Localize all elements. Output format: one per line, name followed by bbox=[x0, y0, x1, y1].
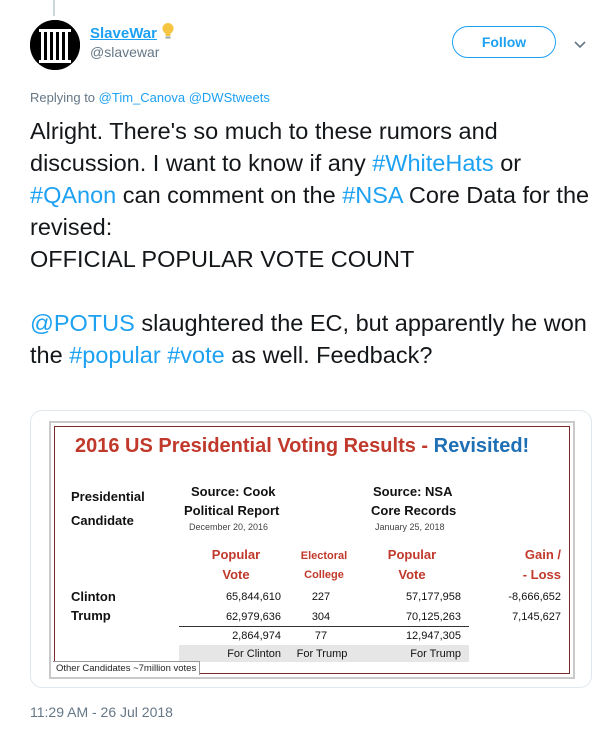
source1-header: Source: Cook bbox=[191, 484, 276, 499]
winner-cell: For Trump bbox=[410, 648, 461, 660]
candidate-name: Clinton bbox=[71, 589, 116, 604]
table-cell: 62,979,636 bbox=[225, 611, 281, 623]
source2-header: Core Records bbox=[371, 503, 457, 518]
user-handle: @slavewar bbox=[90, 44, 160, 60]
hashtag-link[interactable]: #QAnon bbox=[30, 182, 116, 208]
winner-cell: For Clinton bbox=[227, 648, 281, 660]
hashtag-link[interactable]: #NSA bbox=[342, 182, 402, 208]
difference-cell: 12,947,305 bbox=[405, 630, 461, 642]
table-cell: -8,666,652 bbox=[508, 591, 561, 603]
header-candidate: Presidential bbox=[71, 489, 145, 504]
table-cell: 304 bbox=[311, 611, 331, 623]
col-header-popular: Popular bbox=[211, 547, 261, 562]
results-table-image: 2016 US Presidential Voting Results - Re… bbox=[49, 421, 575, 679]
mention-link[interactable]: @POTUS bbox=[30, 310, 135, 336]
source2-header: Source: NSA bbox=[373, 484, 453, 499]
table-cell: 57,177,958 bbox=[405, 591, 461, 603]
footnote: Other Candidates ~7million votes bbox=[53, 661, 201, 675]
image-title-text: 2016 US Presidential Voting Results - bbox=[75, 435, 434, 457]
col-header-popular: Vote bbox=[222, 567, 250, 582]
candidate-name: Trump bbox=[71, 608, 111, 623]
jail-bars-icon bbox=[30, 20, 80, 70]
tweet-paragraph: @POTUS slaughtered the EC, but apparentl… bbox=[30, 307, 600, 371]
col-header-popular: Vote bbox=[398, 567, 426, 582]
tweet-paragraph: Alright. There's so much to these rumors… bbox=[30, 115, 600, 243]
tweet-media-image[interactable]: 2016 US Presidential Voting Results - Re… bbox=[30, 410, 592, 688]
mention-link[interactable]: @Tim_Canova bbox=[99, 90, 185, 105]
hashtag-link[interactable]: #vote bbox=[167, 342, 225, 368]
user-name-row: SlaveWar bbox=[90, 22, 175, 45]
table-cell: 65,844,610 bbox=[225, 591, 281, 603]
timestamp-link[interactable]: 11:29 AM - 26 Jul 2018 bbox=[30, 704, 173, 720]
lightbulb-icon bbox=[161, 22, 175, 45]
replying-to-label: Replying to bbox=[30, 90, 96, 105]
col-header-gain: Gain / bbox=[524, 547, 561, 562]
col-header-gain: - Loss bbox=[522, 567, 561, 582]
tweet-text-segment: or bbox=[493, 150, 522, 176]
winner-cell: For Trump bbox=[296, 648, 348, 660]
header-candidate: Candidate bbox=[71, 513, 134, 528]
avatar[interactable] bbox=[30, 20, 80, 70]
difference-cell: 2,864,974 bbox=[232, 630, 281, 642]
col-header-electoral: Electoral bbox=[300, 550, 348, 562]
tweet-text-segment: as well. Feedback? bbox=[224, 342, 433, 368]
image-title-accent: Revisited! bbox=[433, 435, 530, 457]
table-cell: 227 bbox=[311, 591, 331, 603]
chevron-down-icon[interactable] bbox=[574, 36, 586, 54]
mention-link[interactable]: @DWStweets bbox=[189, 90, 270, 105]
image-title: 2016 US Presidential Voting Results - Re… bbox=[75, 435, 529, 458]
replying-to: Replying to @Tim_Canova @DWStweets bbox=[30, 90, 270, 105]
tweet-text: Alright. There's so much to these rumors… bbox=[30, 115, 600, 371]
tweet-text-segment: can comment on the bbox=[116, 182, 343, 208]
hashtag-link[interactable]: #popular bbox=[69, 342, 160, 368]
col-header-popular: Popular bbox=[387, 547, 437, 562]
thread-connector-line bbox=[53, 0, 55, 16]
source1-date: December 20, 2016 bbox=[189, 522, 269, 532]
follow-button[interactable]: Follow bbox=[452, 26, 556, 58]
table-cell: 7,145,627 bbox=[512, 611, 561, 623]
source1-header: Political Report bbox=[184, 503, 280, 518]
hashtag-link[interactable]: #WhiteHats bbox=[372, 150, 493, 176]
display-name-link[interactable]: SlaveWar bbox=[90, 25, 157, 42]
sum-line bbox=[179, 626, 469, 627]
table-cell: 70,125,263 bbox=[405, 611, 461, 623]
difference-cell: 77 bbox=[314, 630, 328, 642]
tweet-paragraph: OFFICIAL POPULAR VOTE COUNT bbox=[30, 246, 415, 272]
source2-date: January 25, 2018 bbox=[375, 522, 445, 532]
col-header-electoral: College bbox=[304, 569, 344, 581]
